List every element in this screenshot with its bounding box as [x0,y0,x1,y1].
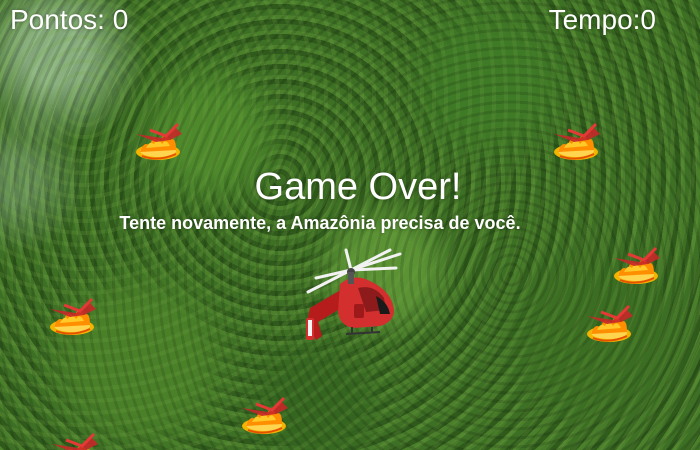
forest-fire-icon [48,432,104,450]
forest-fire-icon [132,122,188,162]
time-display: Tempo:0 [548,4,656,35]
game-canvas[interactable]: Pontos: 0 Tempo:0 Game Over! Tente novam… [0,0,700,450]
rescue-helicopter-icon[interactable] [296,248,406,352]
forest-fire-icon [238,396,294,436]
forest-fire-icon [46,297,102,337]
forest-fire-icon [610,246,666,286]
forest-fire-icon [583,304,639,344]
game-over-title: Game Over! [254,166,462,208]
game-over-message: Tente novamente, a Amazônia precisa de v… [119,213,521,233]
forest-fire-icon [550,122,606,162]
score-display: Pontos: 0 [10,4,129,35]
